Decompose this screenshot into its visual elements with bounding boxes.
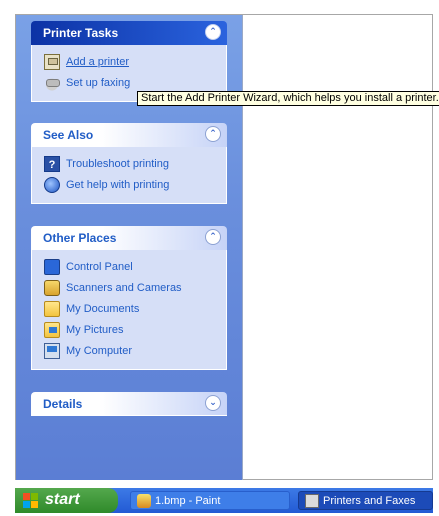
my-pictures-label: My Pictures (66, 323, 124, 336)
scanners-cameras-label: Scanners and Cameras (66, 281, 182, 294)
printers-icon (305, 494, 319, 508)
globe-help-icon (44, 176, 60, 193)
taskbar-paint-label: 1.bmp - Paint (155, 495, 221, 507)
my-computer-label: My Computer (66, 344, 133, 357)
start-label: start (45, 491, 80, 508)
control-panel-label: Control Panel (66, 260, 133, 273)
collapse-chevron-icon[interactable]: ⌃ (205, 229, 221, 245)
taskbar-paint-button[interactable]: 1.bmp - Paint (130, 491, 290, 510)
scanners-cameras-link[interactable]: Scanners and Cameras (44, 277, 226, 298)
control-panel-icon (44, 258, 60, 275)
other-places-body: Control Panel Scanners and Cameras My Do… (31, 250, 227, 370)
my-computer-link[interactable]: My Computer (44, 340, 226, 361)
add-printer-icon (44, 53, 60, 70)
see-also-title: See Also (43, 128, 94, 142)
collapse-chevron-icon[interactable]: ⌃ (205, 24, 221, 40)
add-printer-link[interactable]: Add a printer (44, 51, 226, 72)
details-panel: Details ⌄ (31, 392, 227, 416)
collapse-chevron-icon[interactable]: ⌃ (205, 126, 221, 142)
taskbar-printers-label: Printers and Faxes (323, 495, 416, 507)
set-up-faxing-link[interactable]: Set up faxing (44, 72, 226, 93)
details-header[interactable]: Details ⌄ (31, 392, 227, 416)
troubleshoot-printing-link[interactable]: ? Troubleshoot printing (44, 153, 226, 174)
start-button[interactable]: start (15, 488, 118, 513)
my-pictures-link[interactable]: My Pictures (44, 319, 226, 340)
details-title: Details (43, 397, 83, 411)
other-places-panel: Other Places ⌃ Control Panel Scanners an… (31, 226, 227, 370)
see-also-panel: See Also ⌃ ? Troubleshoot printing Get h… (31, 123, 227, 204)
see-also-header[interactable]: See Also ⌃ (31, 123, 227, 147)
see-also-body: ? Troubleshoot printing Get help with pr… (31, 147, 227, 204)
computer-icon (44, 342, 60, 359)
help-icon: ? (44, 155, 60, 172)
pictures-icon (44, 321, 60, 338)
scanner-icon (44, 279, 60, 296)
add-printer-label: Add a printer (66, 55, 129, 68)
pane-divider (242, 15, 243, 480)
folder-icon (44, 300, 60, 317)
get-help-printing-label: Get help with printing (66, 178, 170, 191)
set-up-faxing-label: Set up faxing (66, 76, 131, 89)
troubleshoot-printing-label: Troubleshoot printing (66, 157, 169, 170)
my-documents-label: My Documents (66, 302, 140, 315)
control-panel-link[interactable]: Control Panel (44, 256, 226, 277)
paint-icon (137, 494, 151, 508)
printer-tasks-title: Printer Tasks (43, 26, 119, 40)
taskbar: start 1.bmp - Paint Printers and Faxes (15, 488, 433, 513)
tooltip: Start the Add Printer Wizard, which help… (137, 91, 439, 106)
other-places-header[interactable]: Other Places ⌃ (31, 226, 227, 250)
other-places-title: Other Places (43, 231, 117, 245)
printer-tasks-panel: Printer Tasks ⌃ Add a printer Set up fax… (31, 21, 227, 102)
expand-chevron-icon[interactable]: ⌄ (205, 395, 221, 411)
printer-tasks-header[interactable]: Printer Tasks ⌃ (31, 21, 227, 45)
windows-flag-icon (23, 493, 39, 508)
get-help-printing-link[interactable]: Get help with printing (44, 174, 226, 195)
taskbar-printers-button[interactable]: Printers and Faxes (298, 491, 433, 510)
my-documents-link[interactable]: My Documents (44, 298, 226, 319)
fax-icon (44, 74, 60, 91)
